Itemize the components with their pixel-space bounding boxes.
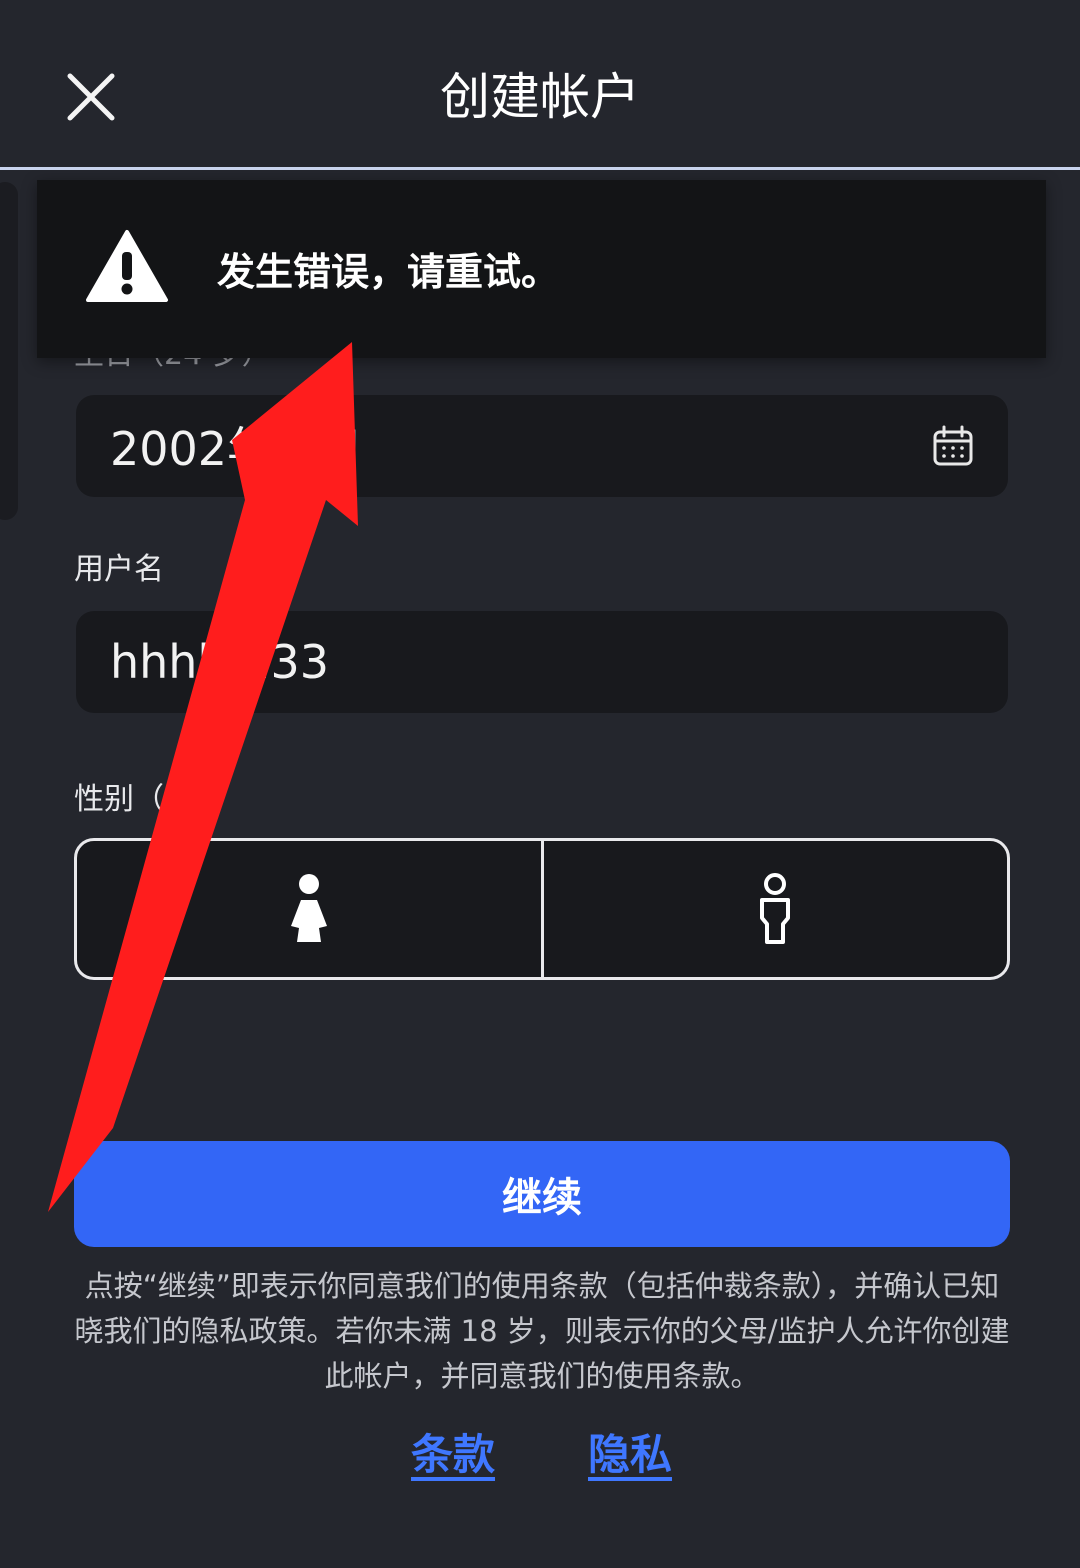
- male-icon: [760, 873, 791, 944]
- username-label: 用户名: [74, 552, 164, 587]
- continue-button[interactable]: 继续: [74, 1141, 1010, 1247]
- legal-notice: 点按“继续”即表示你同意我们的使用条款（包括仲裁条款），并确认已知晓我们的隐私政…: [74, 1269, 1010, 1393]
- username-value: hhhh 233: [110, 635, 330, 689]
- error-message: 发生错误，请重试。: [217, 250, 560, 294]
- header-divider: [0, 167, 1080, 170]
- gender-label: 性别（ 选）: [74, 782, 234, 817]
- gender-option-male[interactable]: [544, 841, 1008, 977]
- calendar-icon[interactable]: [932, 425, 974, 467]
- female-icon: [290, 874, 327, 942]
- privacy-link[interactable]: 隐私: [588, 1426, 672, 1484]
- birthday-field[interactable]: 2002年 1日: [76, 395, 1008, 497]
- username-field[interactable]: hhhh 233: [76, 611, 1008, 713]
- warning-icon: [86, 230, 168, 302]
- gender-selector: [74, 838, 1010, 980]
- side-panel-edge: [0, 182, 18, 520]
- error-toast: 发生错误，请重试。: [37, 180, 1046, 358]
- birthday-value: 2002年 1日: [110, 422, 363, 476]
- page-title: 创建帐户: [440, 68, 640, 126]
- terms-link[interactable]: 条款: [411, 1426, 495, 1484]
- gender-option-female[interactable]: [77, 841, 541, 977]
- header: 创建帐户: [0, 0, 1080, 168]
